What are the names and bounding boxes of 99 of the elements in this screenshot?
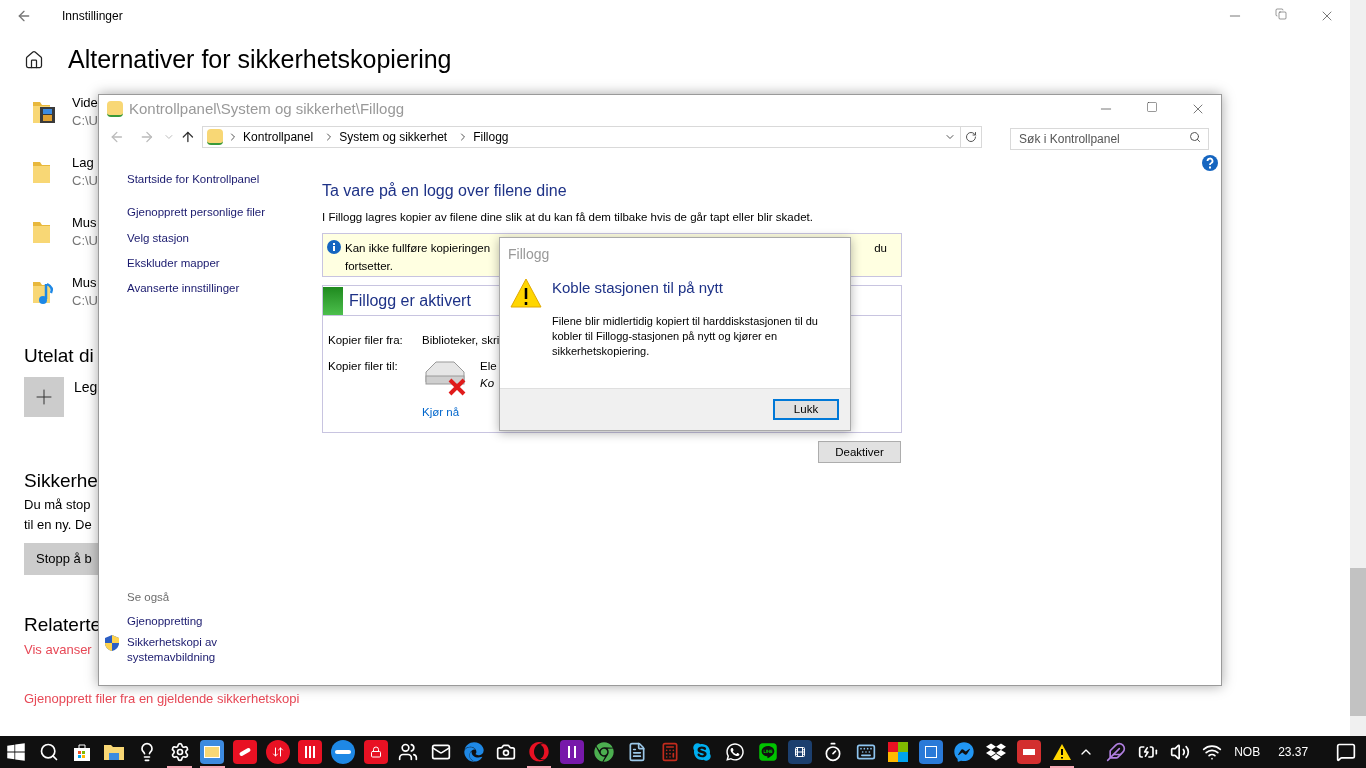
status-title: Fillogg er aktivert <box>349 290 471 311</box>
running-indicator <box>1049 766 1075 768</box>
folder-name[interactable]: Lag <box>72 154 94 172</box>
folder-name[interactable]: Vide <box>72 94 98 112</box>
scrollbar[interactable] <box>1350 0 1366 736</box>
related-link[interactable]: Vis avanser <box>24 639 92 659</box>
wifi-icon[interactable] <box>1202 742 1223 762</box>
shopping-bag-icon[interactable] <box>71 742 92 762</box>
add-folder-label: Leg <box>74 377 98 397</box>
feather-icon[interactable] <box>1106 742 1127 762</box>
page-heading: Alternativer for sikkerhetskopiering <box>68 44 452 76</box>
section-heading: Sikkerhe <box>24 468 98 493</box>
dialog-heading: Koble stasjonen til på nytt <box>552 278 724 298</box>
dropbox-icon[interactable] <box>986 742 1007 762</box>
chat-icon[interactable] <box>757 742 778 762</box>
film-icon[interactable] <box>788 740 813 764</box>
people-icon[interactable] <box>398 742 419 762</box>
info-icon <box>327 240 341 255</box>
section-heading: Relaterte <box>24 613 102 637</box>
field-label: Kopier filer fra: <box>328 333 404 349</box>
search-field[interactable]: Søk i Kontrollpanel <box>1010 128 1209 150</box>
field-value: Biblioteker, skri <box>422 333 500 349</box>
section-heading: Utelat di <box>24 344 94 368</box>
related-link[interactable]: Gjenopprett filer fra en gjeldende sikkerhetskopi <box>24 689 300 709</box>
sidebar-link[interactable]: Velg stasjon <box>127 229 322 247</box>
folder-path: C:\U <box>72 232 98 250</box>
notification-icon[interactable] <box>1336 742 1357 762</box>
section-text: Du må stop <box>24 496 91 514</box>
running-indicator <box>167 766 193 768</box>
window-title: Innstillinger <box>62 8 123 25</box>
keyboard-icon[interactable] <box>855 742 876 762</box>
volume-icon[interactable] <box>1170 742 1191 762</box>
section-text: til en ny. De <box>24 516 92 534</box>
page-heading: Ta vare på en logg over filene dine <box>322 181 568 201</box>
info-text: Kan ikke fullføre kopieringen <box>345 241 491 257</box>
folder-icon[interactable] <box>103 742 126 762</box>
sidebar-link[interactable]: Gjenopprett personlige filer <box>127 204 322 222</box>
help-icon[interactable] <box>1202 155 1218 171</box>
warning-icon[interactable] <box>1051 743 1072 761</box>
notepad-icon[interactable] <box>627 742 648 762</box>
breadcrumb-item[interactable]: Fillogg <box>473 128 509 146</box>
language-indicator[interactable]: NOB <box>1234 743 1261 761</box>
app-window-icon[interactable] <box>919 740 944 764</box>
settings-icon[interactable] <box>169 742 190 762</box>
drive-name: Ele <box>480 358 497 374</box>
refresh-icon[interactable] <box>965 131 978 143</box>
whatsapp-icon[interactable] <box>725 742 746 762</box>
lock-icon[interactable] <box>363 740 388 764</box>
pen-app-icon[interactable] <box>233 740 258 764</box>
deactivate-button[interactable]: Deaktiver <box>818 441 901 464</box>
running-indicator <box>200 766 225 768</box>
window-title: Kontrollpanel\System og sikkerhet\Fillogg <box>129 98 405 119</box>
folder-name[interactable]: Mus <box>72 214 97 232</box>
close-button[interactable]: Lukk <box>773 399 839 420</box>
control-panel-icon[interactable] <box>200 740 225 764</box>
home-icon[interactable] <box>24 50 44 70</box>
folder-path: C:\U <box>72 172 98 190</box>
description: I Fillogg lagres kopier av filene dine slik at du kan få dem tilbake hvis de går tapt eller blir skadet. <box>322 210 814 225</box>
folder-path: C:\U <box>72 292 98 310</box>
breadcrumb-item[interactable]: Kontrollpanel <box>243 128 314 146</box>
mail-icon[interactable] <box>431 742 452 762</box>
clock[interactable]: 23.37 <box>1278 743 1309 761</box>
bars-icon[interactable] <box>298 740 323 764</box>
chrome-icon[interactable] <box>594 742 615 762</box>
folder-name[interactable]: Mus <box>72 274 97 292</box>
sidebar-link[interactable]: Startside for Kontrollpanel <box>127 171 322 189</box>
color-grid-icon[interactable] <box>888 742 909 762</box>
back-icon[interactable] <box>16 8 32 24</box>
info-text: du <box>874 241 887 257</box>
skype-icon[interactable] <box>692 742 713 762</box>
messenger-icon[interactable] <box>953 742 974 762</box>
run-now-link[interactable]: Kjør nå <box>422 403 497 421</box>
drive-status: Ko <box>480 375 496 391</box>
maximize-icon[interactable] <box>1146 101 1158 113</box>
scrollbar-thumb[interactable] <box>1350 568 1366 716</box>
sidebar-link[interactable]: Avanserte innstillinger <box>127 280 322 298</box>
camera-icon[interactable] <box>496 742 517 762</box>
info-text: fortsetter. <box>345 258 394 274</box>
see-also-link[interactable]: Gjenoppretting <box>127 614 237 629</box>
windows-start-icon[interactable] <box>6 742 27 762</box>
add-folder-button[interactable] <box>24 376 64 417</box>
running-indicator <box>526 766 552 768</box>
search-icon[interactable] <box>39 742 59 762</box>
field-label: Kopier filer til: <box>328 358 399 374</box>
address-bar[interactable]: Kontrollpanel System og sikkerhet Fillogg <box>202 126 983 148</box>
shield-icon <box>105 635 119 651</box>
dialog-message: Filene blir midlertidig kopiert til harddiskstasjonen til du kobler til Fillogg-stasjonen på nytt og kjører en sikkerhetskopiering. <box>552 313 819 359</box>
see-also-link[interactable]: Sikkerhetskopi av systemavbildning <box>127 635 237 665</box>
opera-icon[interactable] <box>529 742 550 762</box>
warning-icon <box>510 277 542 309</box>
stop-button[interactable]: Stopp å b <box>24 543 98 575</box>
pdf-file-icon[interactable] <box>1017 740 1042 764</box>
folder-path: C:\U <box>72 112 98 130</box>
breadcrumb-item[interactable]: System og sikkerhet <box>339 128 448 146</box>
see-also-heading: Se også <box>127 589 171 605</box>
onenote-icon[interactable] <box>559 740 584 764</box>
edge-icon[interactable] <box>463 742 484 762</box>
sidebar-link[interactable]: Ekskluder mapper <box>127 254 322 272</box>
dialog-title: Fillogg <box>508 245 551 264</box>
